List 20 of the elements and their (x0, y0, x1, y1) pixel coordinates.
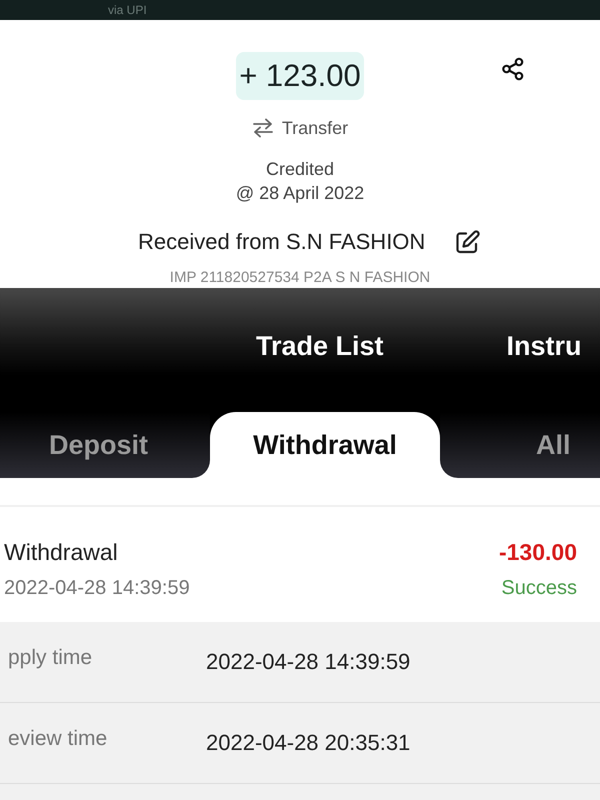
status-text: Credited (266, 158, 334, 181)
detail-label: eview time (7, 727, 108, 752)
counterparty-text: Received from S.N FASHION (138, 229, 426, 255)
share-icon[interactable] (500, 57, 525, 81)
record-amount: -130.00 (498, 539, 577, 565)
detail-value: 2022-04-28 14:39:59 (206, 649, 410, 675)
transaction-type-text: Transfer (282, 118, 348, 138)
reference-text: IMP 211820527534 P2A S N FASHION (170, 270, 430, 286)
transfer-icon (252, 118, 274, 138)
header-tab[interactable]: Trade List (256, 330, 384, 362)
date-text: @ 28 April 2022 (236, 182, 364, 205)
detail-value: 2022-04-28 20:35:31 (206, 730, 410, 756)
edit-icon[interactable] (455, 230, 480, 254)
detail-label: pply time (7, 646, 94, 671)
amount-text: + 123.00 (236, 52, 364, 100)
record-status: Success (501, 576, 577, 601)
record-title: Withdrawal (4, 539, 119, 565)
header-tab[interactable]: Instru (506, 330, 582, 362)
record-time: 2022-04-28 14:39:59 (4, 576, 190, 601)
payment-method-text: via UPI (108, 3, 147, 17)
